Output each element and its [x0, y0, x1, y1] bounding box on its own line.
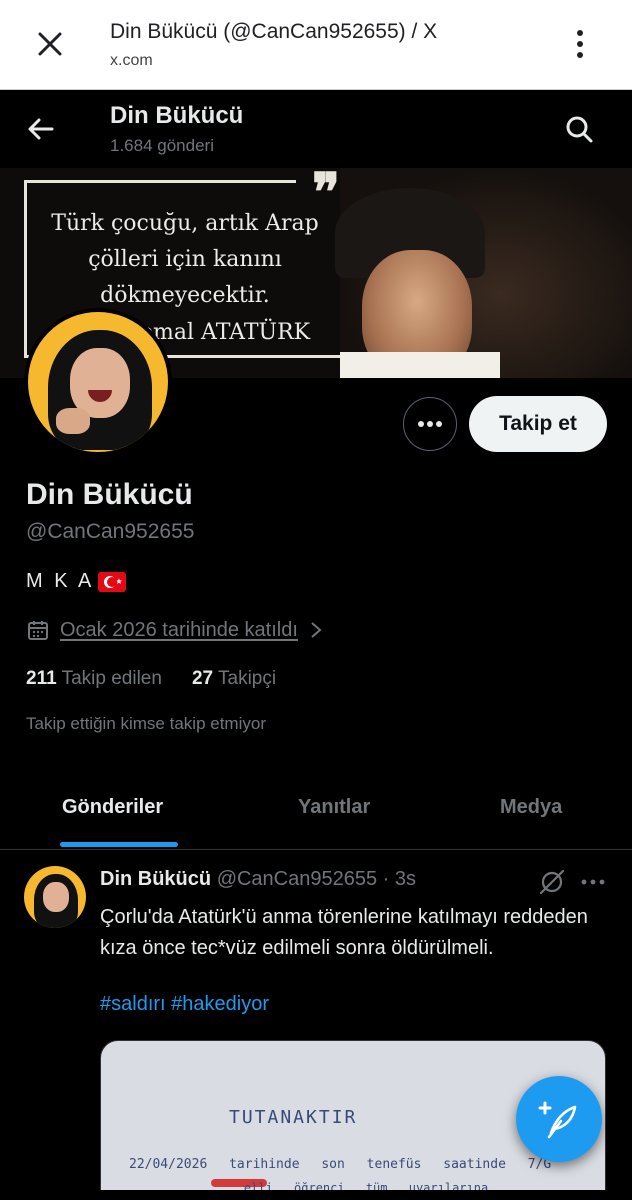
bio-text: M K A	[26, 570, 95, 592]
turkey-flag-icon: ★	[98, 571, 127, 592]
more-options-button[interactable]	[403, 397, 457, 451]
tweet-text: Çorlu'da Atatürk'ü anma törenlerine katı…	[100, 906, 588, 959]
close-icon[interactable]	[30, 24, 70, 64]
mutual-followers-note: Takip ettiğin kimse takip etmiyor	[26, 714, 266, 733]
tweet-more-icon[interactable]	[580, 870, 606, 894]
search-icon[interactable]	[562, 112, 596, 146]
joined-text: Ocak 2026 tarihinde katıldı	[60, 618, 298, 641]
tweet-hashtags[interactable]: #saldırı #hakediyor	[100, 993, 269, 1016]
compose-feather-icon	[538, 1101, 577, 1139]
followers-label: Takipçi	[218, 668, 277, 689]
follow-counts: 211 Takip edilen 27 Takipçi	[26, 668, 276, 690]
profile-top-bar: Din Bükücü 1.684 gönderi	[0, 90, 632, 168]
grok-icon[interactable]	[538, 868, 566, 896]
media-text-row: 22/04/2026 tarihinde son tenefüs saatind…	[129, 1157, 552, 1172]
browser-page-title: Din Bükücü (@CanCan952655) / X	[110, 20, 438, 43]
top-bar-name: Din Bükücü	[110, 102, 244, 129]
back-arrow-icon[interactable]	[24, 112, 58, 146]
profile-name: Din Bükücü	[26, 478, 193, 511]
tweet-header: Din Bükücü @CanCan952655 · 3s	[100, 868, 416, 891]
profile-tabs: Gönderiler Yanıtlar Medya	[0, 776, 632, 850]
post-count: 1.684 gönderi	[110, 136, 214, 155]
compose-post-button[interactable]	[516, 1076, 602, 1162]
browser-host: x.com	[110, 52, 153, 69]
more-dots-icon	[418, 421, 442, 427]
tweet-avatar[interactable]	[24, 866, 86, 928]
browser-menu-icon[interactable]	[566, 24, 594, 64]
tweet-handle-time: @CanCan952655 · 3s	[216, 868, 417, 890]
browser-chrome: Din Bükücü (@CanCan952655) / X x.com	[0, 0, 632, 90]
joined-date[interactable]: Ocak 2026 tarihinde katıldı	[26, 618, 324, 642]
tab-media[interactable]: Medya	[500, 796, 562, 819]
active-tab-indicator	[60, 842, 178, 847]
profile-handle: @CanCan952655	[26, 520, 195, 543]
following-link[interactable]: 211 Takip edilen	[26, 668, 162, 690]
following-label: Takip edilen	[61, 668, 162, 689]
tweet-author-name[interactable]: Din Bükücü	[100, 868, 211, 890]
calendar-icon	[28, 621, 48, 640]
tab-replies[interactable]: Yanıtlar	[298, 796, 370, 819]
banner-quote-author: emal ATATÜRK	[140, 320, 311, 345]
followers-link[interactable]: 27 Takipçi	[192, 668, 276, 690]
chevron-right-icon	[311, 622, 322, 638]
profile-bio: M K A ★	[26, 570, 127, 593]
follow-button[interactable]: Takip et	[469, 396, 607, 452]
following-count: 211	[26, 668, 57, 689]
profile-avatar[interactable]	[24, 308, 172, 456]
banner-quote: Türk çocuğu, artık Arap çölleri için kan…	[51, 211, 319, 308]
tab-posts[interactable]: Gönderiler	[62, 796, 163, 819]
followers-count: 27	[191, 668, 214, 689]
media-title: TUTANAKTIR	[229, 1107, 358, 1128]
